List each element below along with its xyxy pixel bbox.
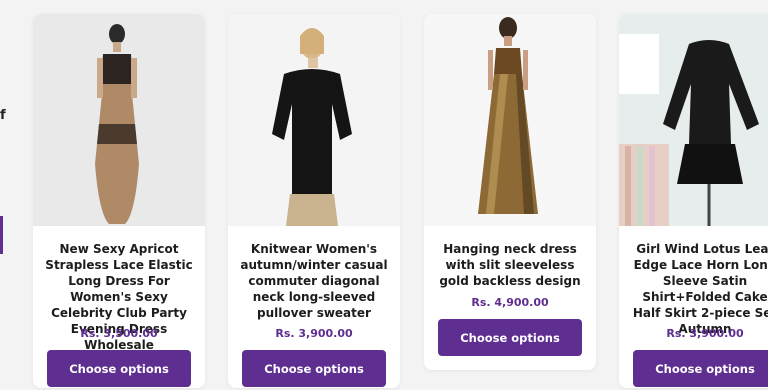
product-image[interactable] [619,14,768,226]
choose-options-button[interactable]: Choose options [438,319,582,356]
product-price: Rs. 3,900.00 [666,327,744,340]
product-card[interactable]: Hanging neck dress with slit sleeveless … [424,14,596,370]
choose-options-button[interactable]: Choose options [633,350,768,387]
product-card[interactable]: New Sexy Apricot Strapless Lace Elastic … [33,14,205,388]
product-title[interactable]: Girl Wind Lotus Leaf Edge Lace Horn Long… [627,241,768,337]
product-card[interactable]: Knitwear Women's autumn/winter casual co… [228,14,400,388]
choose-options-button[interactable]: Choose options [242,350,386,387]
product-image[interactable] [228,14,400,226]
product-card[interactable]: Girl Wind Lotus Leaf Edge Lace Horn Long… [619,14,768,388]
product-image[interactable] [424,14,596,226]
product-image[interactable] [33,14,205,226]
product-price: Rs. 3,900.00 [275,327,353,340]
product-price: Rs. 4,900.00 [471,296,549,309]
product-title[interactable]: Hanging neck dress with slit sleeveless … [432,241,588,289]
left-edge-text: f [0,108,6,123]
product-title[interactable]: Knitwear Women's autumn/winter casual co… [236,241,392,321]
product-price: Rs. 3,500.00 [80,327,158,340]
left-edge-accent-bar[interactable] [0,216,3,254]
choose-options-button[interactable]: Choose options [47,350,191,387]
left-edge-panel [0,0,10,390]
